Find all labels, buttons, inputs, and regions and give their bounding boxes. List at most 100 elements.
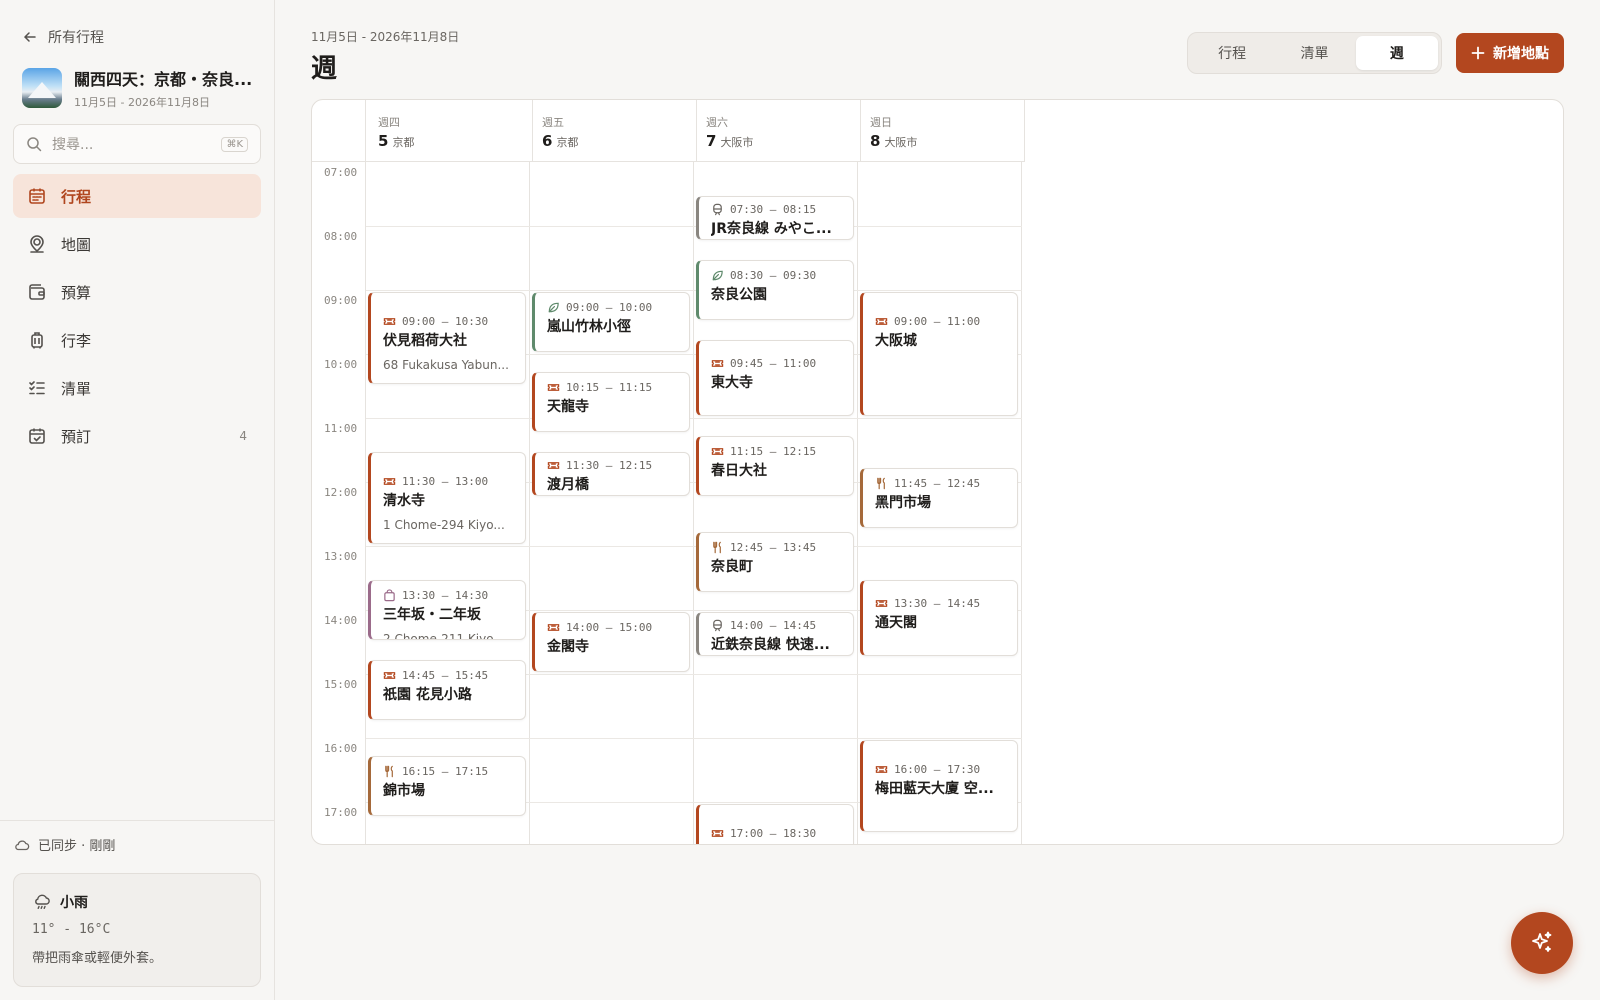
event-title: 黑門市場 [875,495,931,511]
sidebar-item-itinerary[interactable]: 行程 [13,174,261,218]
search-input[interactable]: 搜尋... [52,134,211,154]
trip-summary[interactable]: 關西四天：京都・奈良... 11月5日 - 2026年11月8日 [22,66,252,110]
rain-cloud-icon [35,894,50,909]
event-card[interactable]: 11:45 – 12:45 黑門市場 [860,468,1018,528]
view-switcher: 行程 清單 週 [1187,32,1442,74]
event-time: 13:30 – 14:45 [875,597,1006,610]
event-title: 金閣寺 [547,639,589,655]
day-number: 7 大阪市 [706,132,848,150]
hour-label: 14:00 [324,614,358,627]
sync-status: 已同步 · 剛剛 [0,820,275,868]
trip-thumbnail [22,68,62,108]
ai-assistant-button[interactable] [1511,912,1573,974]
sidebar-item-label: 地圖 [61,235,92,254]
view-tab-week[interactable]: 週 [1355,36,1438,70]
hour-label: 15:00 [324,678,358,691]
event-title: JR奈良線 みやこ... [711,221,832,237]
hour-label: 08:00 [324,230,358,243]
event-time: 09:45 – 11:00 [711,357,842,370]
day-column-divider [1021,162,1022,844]
event-card[interactable]: 14:00 – 14:45 近鉄奈良線 快速... [696,612,854,656]
event-card[interactable]: 09:00 – 10:30 伏見稻荷大社 68 Fukakusa Yabun... [368,292,526,384]
event-card[interactable]: 11:15 – 12:15 春日大社 [696,436,854,496]
day-header: 週五 6 京都 [530,100,697,162]
day-column-divider [529,162,530,844]
event-time-text: 09:45 – 11:00 [730,357,817,370]
event-time-text: 10:15 – 11:15 [566,381,653,394]
event-card[interactable]: 09:00 – 11:00 大阪城 [860,292,1018,416]
event-address: 1 Chome-294 Kiyo... [383,518,505,532]
event-card[interactable]: 11:30 – 13:00 清水寺 1 Chome-294 Kiyo... [368,452,526,544]
event-title: 伏見稻荷大社 [383,333,467,349]
ticket-icon [711,445,724,458]
hour-line [366,738,1022,739]
ticket-icon [547,381,560,394]
sparkles-icon [1532,931,1552,952]
event-card[interactable]: 12:45 – 13:45 奈良町 [696,532,854,592]
event-card[interactable]: 14:00 – 15:00 金閣寺 [532,612,690,672]
sidebar-item-checklist[interactable]: 清單 [13,366,261,410]
day-city: 大阪市 [884,136,918,149]
fork-knife-icon [711,541,724,554]
ticket-icon [547,459,560,472]
event-card[interactable]: 11:30 – 12:15 渡月橋 [532,452,690,496]
event-card[interactable]: 13:30 – 14:30 三年坂・二年坂 2 Chome-211 Kiyomi..… [368,580,526,640]
sidebar-item-label: 清單 [61,379,92,398]
arrow-left-icon [23,32,36,42]
event-card[interactable]: 09:45 – 11:00 東大寺 [696,340,854,416]
event-title: 奈良公園 [711,287,767,303]
event-title: 近鉄奈良線 快速... [711,637,830,653]
back-label: 所有行程 [48,30,104,46]
week-calendar: 週四 5 京都 週五 6 京都 週六 7 大阪市 週日 8 大阪市 07:00 08:00 09:00 10:… [311,99,1564,845]
day-number-value: 5 [378,132,389,150]
event-card[interactable]: 10:15 – 11:15 天龍寺 [532,372,690,432]
add-place-label: 新增地點 [1493,46,1549,62]
event-time: 11:15 – 12:15 [711,445,842,458]
sidebar-item-budget[interactable]: 預算 [13,270,261,314]
event-title: 東大寺 [711,375,753,391]
event-card[interactable]: 16:00 – 17:30 梅田藍天大廈 空... [860,740,1018,832]
event-time: 09:00 – 11:00 [875,315,1006,328]
event-time: 12:45 – 13:45 [711,541,842,554]
event-time: 09:00 – 10:30 [383,315,514,328]
calendar-check-icon [29,428,45,444]
event-time: 09:00 – 10:00 [547,301,678,314]
back-to-all-trips-link[interactable]: 所有行程 [22,27,104,47]
cloud-icon [15,839,30,850]
event-title: 梅田藍天大廈 空... [875,781,994,797]
event-time: 11:30 – 12:15 [547,459,678,472]
event-title: 渡月橋 [547,477,589,493]
train-icon [711,619,724,632]
hour-label: 09:00 [324,294,358,307]
event-card[interactable]: 07:30 – 08:15 JR奈良線 みやこ... [696,196,854,240]
hour-line [366,226,1022,227]
search-icon [27,137,42,152]
day-number-value: 6 [542,132,553,150]
fork-knife-icon [875,477,888,490]
event-time-text: 07:30 – 08:15 [730,203,817,216]
add-place-button[interactable]: 新增地點 [1456,33,1564,73]
sidebar: 所有行程 關西四天：京都・奈良... 11月5日 - 2026年11月8日 搜尋… [0,0,275,1000]
event-time: 16:15 – 17:15 [383,765,514,778]
hour-line [366,418,1022,419]
event-time-text: 08:30 – 09:30 [730,269,817,282]
event-card[interactable]: 08:30 – 09:30 奈良公園 [696,260,854,320]
event-card[interactable]: 16:15 – 17:15 錦市場 [368,756,526,816]
event-time-text: 11:45 – 12:45 [894,477,981,490]
event-time-text: 09:00 – 10:30 [402,315,489,328]
sidebar-item-bookings[interactable]: 預訂 4 [13,414,261,458]
view-tab-list[interactable]: 清單 [1273,36,1355,70]
event-time-text: 14:00 – 15:00 [566,621,653,634]
search-box[interactable]: 搜尋... ⌘K [13,124,261,164]
event-card[interactable]: 14:45 – 15:45 祇園 花見小路 [368,660,526,720]
view-tab-itinerary[interactable]: 行程 [1191,36,1273,70]
event-card[interactable]: 13:30 – 14:45 通天閣 [860,580,1018,656]
event-title: 三年坂・二年坂 [383,607,481,623]
event-time: 08:30 – 09:30 [711,269,842,282]
day-city: 京都 [392,136,415,149]
sidebar-item-luggage[interactable]: 行李 [13,318,261,362]
event-time: 13:30 – 14:30 [383,589,514,602]
event-card[interactable]: 17:00 – 18:30 [696,804,854,844]
event-card[interactable]: 09:00 – 10:00 嵐山竹林小徑 [532,292,690,352]
sidebar-item-map[interactable]: 地圖 [13,222,261,266]
